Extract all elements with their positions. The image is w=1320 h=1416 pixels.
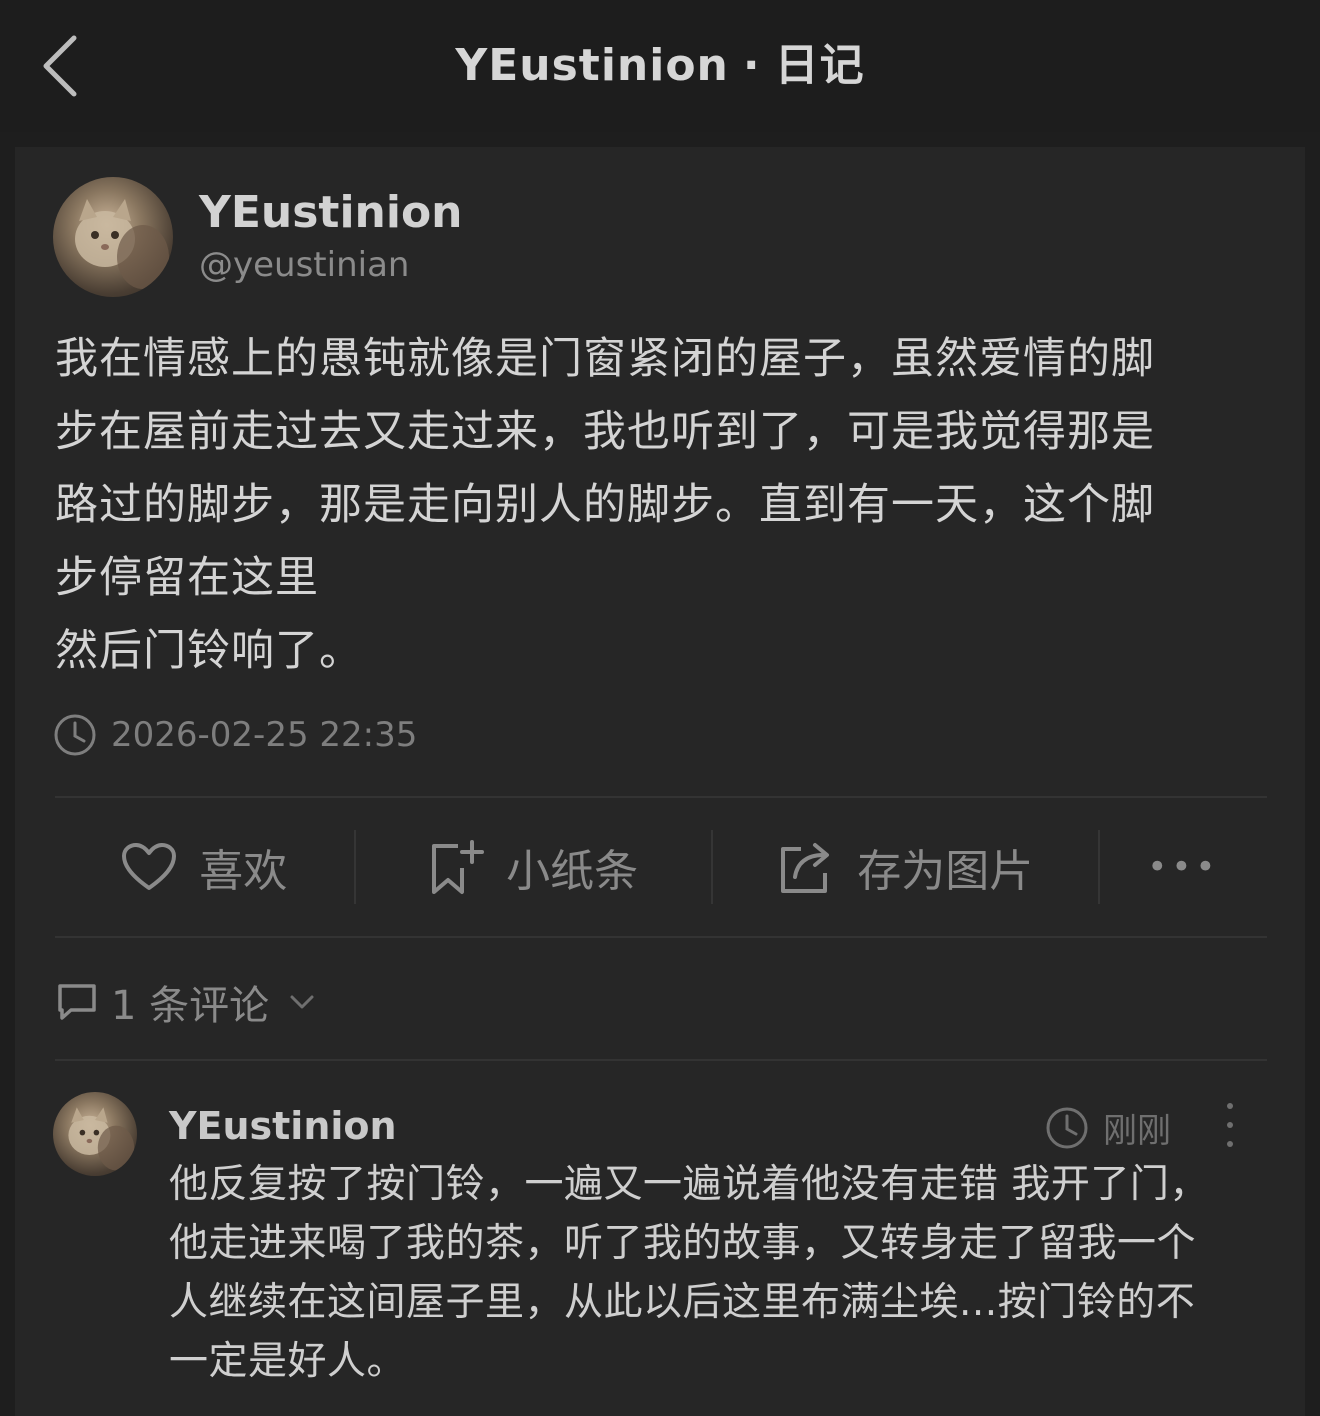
like-label: 喜欢 (199, 846, 288, 897)
chevron-down-icon (289, 993, 315, 1011)
author-avatar[interactable] (53, 177, 173, 297)
comment-author-name[interactable]: YEustinion (169, 1101, 397, 1151)
post-body: 我在情感上的愚钝就像是门窗紧闭的屋子，虽然爱情的脚 步在屋前走过去又走过来，我也… (55, 334, 1155, 676)
comment-body: 他反复按了按门铃，一遍又一遍说着他没有走错 我开了门， 他走进来喝了我的茶，听了… (169, 1162, 1209, 1384)
comment-timestamp-text: 刚刚 (1103, 1111, 1171, 1151)
clock-icon (54, 714, 96, 756)
comments-toggle[interactable]: 1 条评论 (55, 973, 315, 1031)
comment-more-icon[interactable] (1221, 1103, 1239, 1147)
more-options-button[interactable]: ••• (1100, 797, 1267, 937)
comment-timestamp: 刚刚 (1045, 1103, 1171, 1152)
save-image-label: 存为图片 (857, 846, 1034, 897)
page-title-user: YEustinion (455, 40, 729, 91)
save-image-button[interactable]: 存为图片 (713, 797, 1098, 937)
clock-icon (1046, 1107, 1088, 1148)
author-name[interactable]: YEustinion (199, 187, 463, 239)
action-bar: 喜欢 小纸条 存为图片 ••• (55, 797, 1267, 937)
bookmark-add-icon (432, 840, 485, 894)
share-export-icon (781, 843, 830, 893)
note-button[interactable]: 小纸条 (356, 797, 711, 937)
heart-icon (122, 843, 177, 890)
comment-author-avatar[interactable] (53, 1092, 137, 1176)
page-title-separator: · (742, 40, 761, 91)
more-dots-icon: ••• (1147, 847, 1220, 887)
post-timestamp: 2026-02-25 22:35 (53, 713, 417, 757)
comment-bubble-icon (55, 982, 99, 1022)
comments-count-label: 1 条评论 (111, 983, 270, 1029)
top-navigation-bar: YEustinion · 日记 (0, 0, 1320, 132)
diary-card: YEustinion @yeustinian 我在情感上的愚钝就像是门窗紧闭的屋… (15, 147, 1305, 1416)
cat-avatar-image (68, 1107, 135, 1171)
note-label: 小纸条 (506, 846, 639, 897)
author-handle: @yeustinian (199, 245, 410, 285)
page-title-section: 日记 (774, 40, 865, 91)
cat-avatar-image (75, 199, 169, 289)
post-timestamp-text: 2026-02-25 22:35 (111, 715, 418, 755)
like-button[interactable]: 喜欢 (55, 797, 354, 937)
divider (55, 936, 1267, 938)
page-title: YEustinion · 日记 (0, 34, 1320, 98)
divider (55, 1059, 1267, 1061)
